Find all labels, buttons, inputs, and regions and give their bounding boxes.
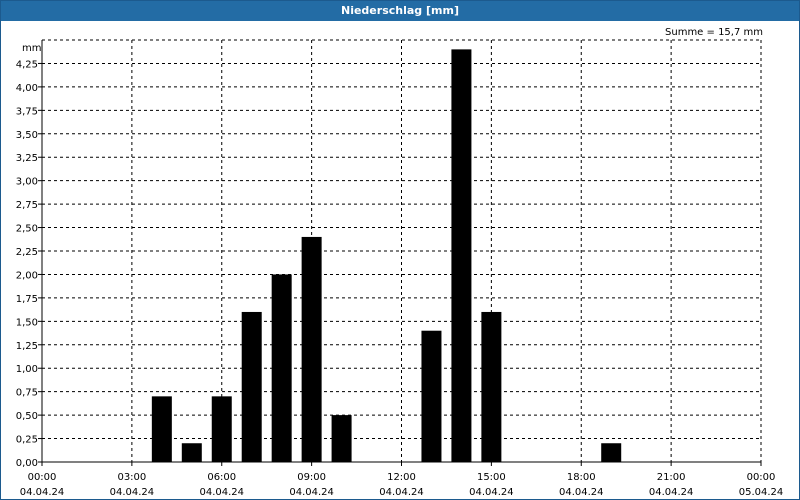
y-tick-label: 1,00 xyxy=(16,364,38,375)
bar xyxy=(481,311,502,462)
y-tick-label: 3,25 xyxy=(16,153,38,164)
y-tick-label: 3,75 xyxy=(16,106,38,117)
y-tick-label: 2,75 xyxy=(16,200,38,211)
x-tick-date: 04.04.24 xyxy=(289,487,334,498)
x-tick-labels: 00:00 04.04.24 03:00 04.04.24 06:00 04.04.24 0… xyxy=(20,472,784,498)
y-tick-label: 0,25 xyxy=(16,435,38,446)
bar xyxy=(181,443,202,462)
x-tick-date: 04.04.24 xyxy=(199,487,244,498)
bar xyxy=(271,274,292,462)
bars xyxy=(151,49,622,462)
bar xyxy=(601,443,622,462)
x-tick-time: 03:00 xyxy=(117,472,146,483)
x-tick-date: 05.04.24 xyxy=(739,487,784,498)
bar xyxy=(301,236,322,462)
y-axis-unit: mm xyxy=(22,43,41,54)
x-tick-date: 04.04.24 xyxy=(20,487,65,498)
y-tick-label: 0,75 xyxy=(16,388,38,399)
y-tick-label: 0,00 xyxy=(16,458,38,469)
axes xyxy=(38,40,762,466)
bar xyxy=(331,415,352,462)
y-tick-label: 3,00 xyxy=(16,177,38,188)
x-tick-time: 00:00 xyxy=(28,472,57,483)
bar xyxy=(241,311,262,462)
x-tick-date: 04.04.24 xyxy=(110,487,155,498)
y-tick-label: 2,00 xyxy=(16,270,38,281)
grid xyxy=(42,39,762,462)
y-tick-label: 1,25 xyxy=(16,341,38,352)
y-tick-labels: 0,00 0,25 0,50 0,75 1,00 1,25 1,50 1,75 2,00 2,25… xyxy=(16,59,38,469)
x-tick-time: 09:00 xyxy=(297,472,326,483)
bar xyxy=(421,330,442,462)
x-tick-date: 04.04.24 xyxy=(559,487,604,498)
x-tick-date: 04.04.24 xyxy=(379,487,424,498)
y-tick-label: 1,50 xyxy=(16,317,38,328)
bar xyxy=(451,49,472,462)
x-tick-time: 00:00 xyxy=(747,472,776,483)
bar xyxy=(151,396,172,462)
y-tick-label: 2,25 xyxy=(16,247,38,258)
y-tick-label: 0,50 xyxy=(16,411,38,422)
bar xyxy=(211,396,232,462)
x-tick-date: 04.04.24 xyxy=(469,487,514,498)
y-tick-label: 1,75 xyxy=(16,294,38,305)
x-tick-date: 04.04.24 xyxy=(649,487,694,498)
chart-window: Niederschlag [mm] Summe = 15,7 mm mm 0,0… xyxy=(0,0,800,500)
y-tick-label: 4,00 xyxy=(16,83,38,94)
y-tick-label: 2,50 xyxy=(16,224,38,235)
precipitation-chart: mm 0,00 0,25 0,50 0,75 1,00 1,25 1,50 1,75 2,00 2… xyxy=(16,39,784,498)
x-tick-time: 21:00 xyxy=(657,472,686,483)
x-tick-time: 06:00 xyxy=(207,472,236,483)
x-tick-time: 12:00 xyxy=(387,472,416,483)
x-tick-time: 18:00 xyxy=(567,472,596,483)
y-tick-label: 4,25 xyxy=(16,59,38,70)
y-tick-label: 3,50 xyxy=(16,130,38,141)
x-tick-time: 15:00 xyxy=(477,472,506,483)
